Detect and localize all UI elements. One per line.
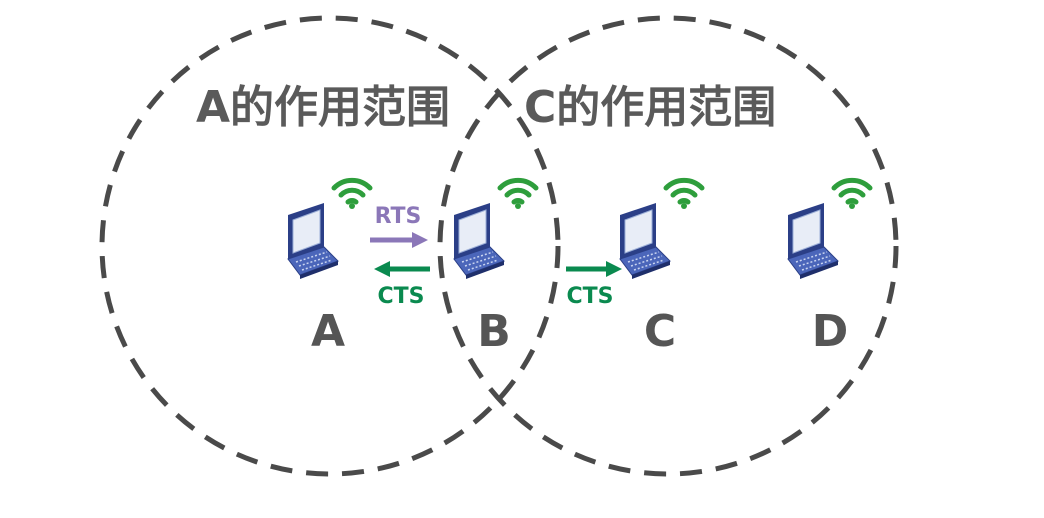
wifi-signal-icon <box>500 180 536 209</box>
rts-label: RTS <box>375 204 422 229</box>
wifi-signal-icon <box>334 180 370 209</box>
wifi-signal-icon <box>834 180 870 209</box>
range-title-a: A的作用范围 <box>196 82 450 133</box>
wifi-signal-icon <box>666 180 702 209</box>
laptop-icon <box>287 202 339 280</box>
laptop-icon <box>619 202 671 280</box>
node-label-d: D <box>812 306 849 357</box>
node-label-c: C <box>644 306 676 357</box>
arrow-right-icon <box>370 232 428 248</box>
laptop-icon <box>787 202 839 280</box>
node-label-a: A <box>311 306 345 357</box>
cts-label-to-a: CTS <box>378 284 425 309</box>
range-title-c: C的作用范围 <box>524 82 776 133</box>
cts-label-to-c: CTS <box>567 284 614 309</box>
hidden-terminal-diagram: A的作用范围 C的作用范围 RTS CTS CTS A B C D <box>99 15 899 477</box>
laptop-icon <box>453 202 505 280</box>
arrow-right-icon <box>566 261 622 277</box>
node-label-b: B <box>477 306 511 357</box>
arrow-left-icon <box>374 261 430 277</box>
